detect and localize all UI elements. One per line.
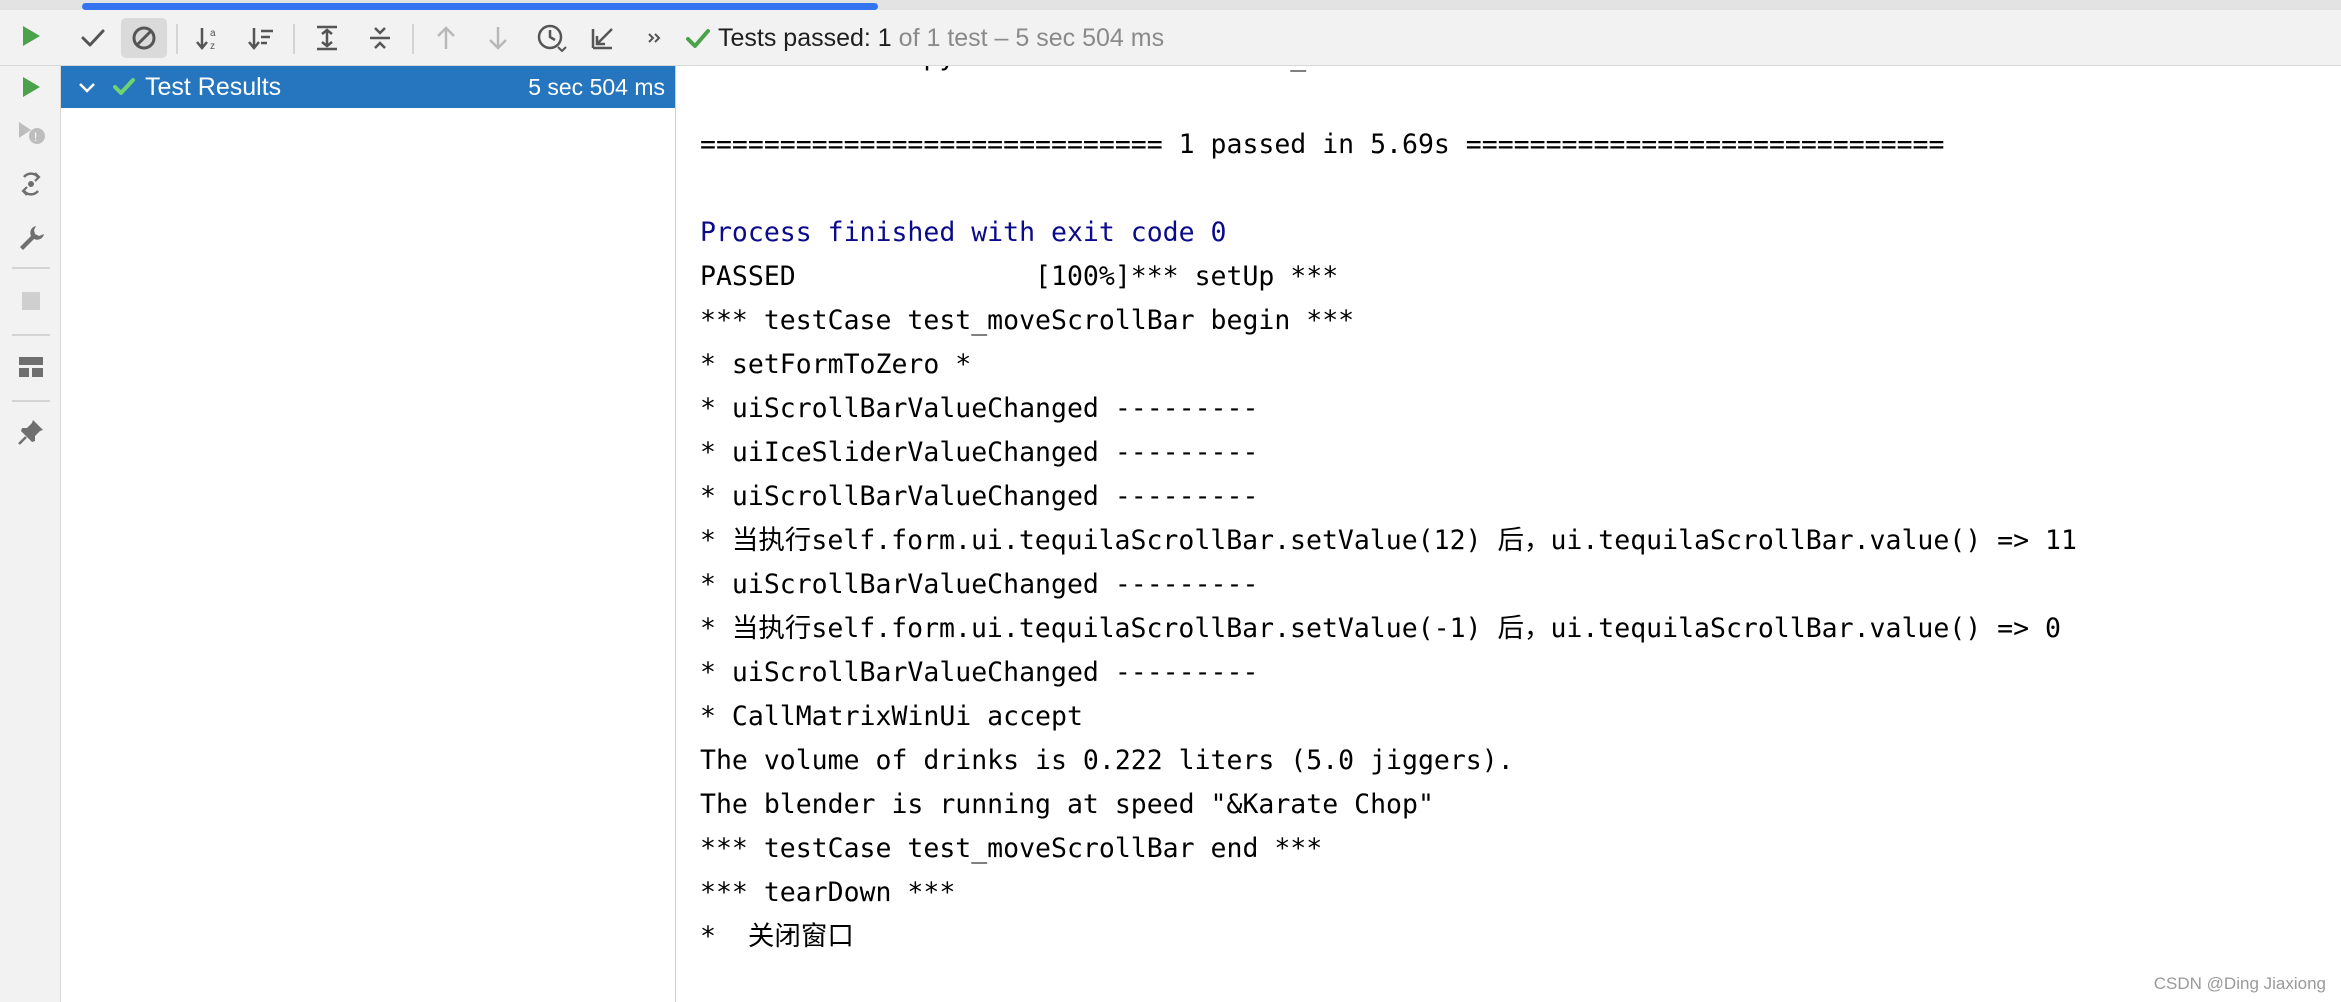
- strip-separator: [12, 400, 50, 402]
- console-line: The volume of drinks is 0.222 liters (5.…: [700, 745, 1514, 776]
- toolbar-separator: [412, 24, 414, 54]
- sort-alphabetically-button[interactable]: a z: [186, 18, 232, 58]
- tree-root-label: Test Results: [145, 73, 282, 101]
- strip-separator: [12, 334, 50, 336]
- console-line: The blender is running at speed "&Karate…: [700, 789, 1434, 820]
- console-line: * CallMatrixWinUi accept: [700, 701, 1083, 732]
- stop-button[interactable]: [8, 280, 54, 322]
- test-runner-window: a z Tests passed: 1 of 1 test – 5 sec 50…: [0, 0, 2341, 1002]
- show-passed-button[interactable]: [70, 18, 116, 58]
- previous-failed-icon: [437, 26, 455, 49]
- next-failed-button[interactable]: [475, 18, 521, 58]
- test-history-button[interactable]: [528, 18, 574, 58]
- pin-tab-button[interactable]: [8, 411, 54, 453]
- tests-total-duration: of 1 test – 5 sec 504 ms: [898, 24, 1165, 52]
- console-line: * 当执行self.form.ui.tequilaScrollBar.setVa…: [700, 525, 2077, 556]
- toolbar-separator: [293, 24, 295, 54]
- more-actions-button[interactable]: [632, 18, 678, 58]
- console-line: ============================= 1 passed i…: [700, 129, 1945, 160]
- left-tool-strip: !: [0, 66, 61, 1002]
- show-ignored-icon: [132, 26, 156, 50]
- rerun-failed-button[interactable]: !: [8, 111, 54, 153]
- rerun-icon: [23, 26, 40, 46]
- console-line: matrixWinTest.py::matrixWinTest::test_mo…: [700, 66, 2077, 79]
- test-settings-button[interactable]: [8, 216, 54, 258]
- test-results-tree: Test Results 5 sec 504 ms: [61, 66, 676, 1002]
- svg-text:!: !: [34, 130, 37, 144]
- rerun-icon: [23, 77, 40, 97]
- console-line: * uiIceSliderValueChanged ---------: [700, 437, 1259, 468]
- tests-passed-count: Tests passed: 1: [718, 24, 892, 52]
- console-line: * 关闭窗口: [700, 921, 854, 952]
- test-history-icon: [537, 24, 567, 53]
- layout-icon: [19, 357, 43, 377]
- sort-alphabetically-icon: a z: [196, 28, 216, 52]
- test-status-summary: Tests passed: 1 of 1 test – 5 sec 504 ms: [718, 20, 1164, 56]
- show-passed-icon: [81, 29, 105, 47]
- toggle-auto-test-button[interactable]: [8, 163, 54, 205]
- toggle-auto-test-icon: [21, 172, 41, 196]
- import-tests-icon: [591, 28, 613, 50]
- console-line: *** testCase test_moveScrollBar begin **…: [700, 305, 1355, 336]
- test-progress-bar: [0, 0, 2341, 10]
- test-progress-fill: [82, 3, 878, 10]
- next-failed-icon: [489, 27, 507, 50]
- previous-failed-button[interactable]: [423, 18, 469, 58]
- console-line: * uiScrollBarValueChanged ---------: [700, 481, 1259, 512]
- expand-all-button[interactable]: [304, 18, 350, 58]
- console-line: * uiScrollBarValueChanged ---------: [700, 657, 1259, 688]
- passed-check-icon: [686, 29, 710, 48]
- more-icon: [648, 33, 661, 43]
- stop-icon: [22, 292, 40, 310]
- strip-separator: [12, 267, 50, 269]
- watermark-text: CSDN @Ding Jiaxiong: [2153, 974, 2326, 993]
- svg-text:a: a: [210, 28, 216, 39]
- toolbar-separator: [176, 24, 178, 54]
- tree-root-test-results[interactable]: Test Results 5 sec 504 ms: [61, 66, 675, 108]
- chevron-down-icon[interactable]: [75, 75, 99, 99]
- console-lines: matrixWinTest.py::matrixWinTest::test_mo…: [700, 66, 2077, 959]
- console-line: * 当执行self.form.ui.tequilaScrollBar.setVa…: [700, 613, 2061, 644]
- expand-all-icon: [317, 25, 337, 51]
- sort-by-duration-icon: [248, 28, 273, 50]
- console-line: *** tearDown ***: [700, 877, 956, 908]
- console-line: * uiScrollBarValueChanged ---------: [700, 393, 1259, 424]
- console-line: * setFormToZero *: [700, 349, 972, 380]
- pin-icon: [18, 420, 43, 445]
- rerun-side-button[interactable]: [8, 66, 54, 108]
- process-exit-line: Process finished with exit code 0: [700, 217, 1227, 248]
- layout-button[interactable]: [8, 346, 54, 388]
- svg-text:z: z: [210, 41, 215, 52]
- import-tests-button[interactable]: [580, 18, 626, 58]
- console-line: *** testCase test_moveScrollBar end ***: [700, 833, 1323, 864]
- console-line: * uiScrollBarValueChanged ---------: [700, 569, 1259, 600]
- passed-check-icon: [113, 78, 135, 95]
- show-ignored-button[interactable]: [121, 18, 167, 58]
- collapse-all-button[interactable]: [357, 18, 403, 58]
- sort-by-duration-button[interactable]: [238, 18, 284, 58]
- collapse-all-icon: [370, 27, 390, 49]
- console-output[interactable]: matrixWinTest.py::matrixWinTest::test_mo…: [677, 66, 2341, 1002]
- rerun-button[interactable]: [8, 16, 54, 56]
- tree-root-duration: 5 sec 504 ms: [528, 74, 665, 100]
- test-toolbar: a z Tests passed: 1 of 1 test – 5 sec 50…: [0, 10, 2341, 66]
- settings-wrench-icon: [20, 226, 44, 250]
- console-line: PASSED [100%]*** setUp ***: [700, 261, 1339, 292]
- rerun-failed-icon: !: [19, 122, 45, 144]
